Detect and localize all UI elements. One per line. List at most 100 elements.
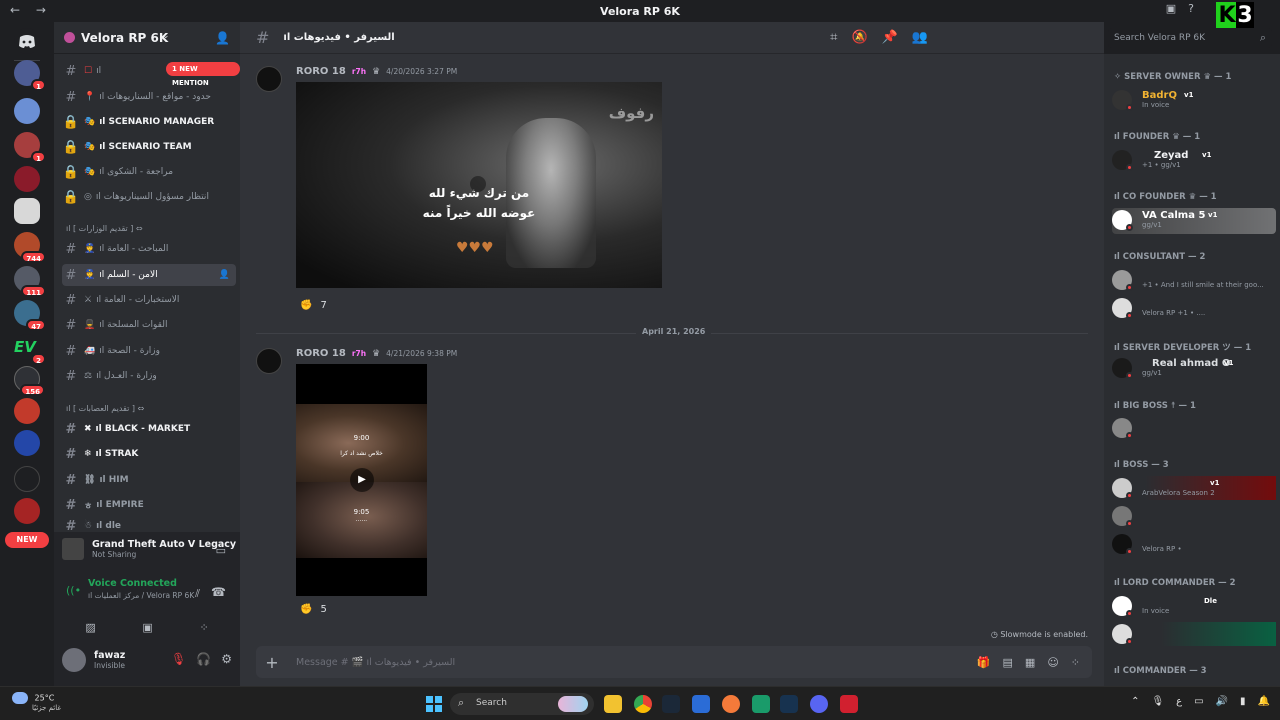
- camera-off-icon[interactable]: ▨: [85, 621, 95, 634]
- member-item[interactable]: [1112, 416, 1276, 440]
- gif-icon[interactable]: ▤: [1003, 656, 1013, 669]
- apps-icon[interactable]: ⁘: [1071, 656, 1080, 669]
- windows-start-icon[interactable]: [426, 696, 442, 712]
- channel-item[interactable]: # ☃ ıl dle: [62, 519, 236, 533]
- volume-icon[interactable]: 🔊: [1216, 696, 1228, 707]
- guild-icon-3[interactable]: 1: [14, 132, 46, 163]
- channel-item[interactable]: # 👮 ıl المباحث - العامة: [62, 238, 236, 260]
- mute-icon[interactable]: 🎙: [171, 652, 186, 666]
- app-icon[interactable]: [840, 695, 858, 713]
- voice-connected-label[interactable]: Voice Connected: [88, 578, 194, 589]
- channel-item[interactable]: # ⚔ ıl الاستخبارات - العامة: [62, 289, 236, 311]
- member-item[interactable]: Zeyad v1 +1 • gg/v1: [1112, 148, 1276, 172]
- headset-icon[interactable]: 🎧: [196, 652, 211, 666]
- guild-icon-9[interactable]: 156: [14, 366, 45, 396]
- member-item[interactable]: Velora RP +1 • ....: [1112, 296, 1276, 320]
- message-input[interactable]: Message # 🎬 ıl السيرفر • فيديوهات: [296, 657, 977, 668]
- taskbar-search[interactable]: ⌕ Search: [450, 693, 594, 715]
- play-icon[interactable]: [470, 176, 486, 192]
- video-embed[interactable]: رفوف من ترك شيء لله عوضه الله خيراً منه …: [296, 82, 662, 288]
- channel-item[interactable]: 🔒 ◎ ıl انتظار مسؤول السيناريوهات: [62, 186, 236, 208]
- search-input[interactable]: Search Velora RP 6K ⌕: [1108, 28, 1272, 48]
- battery-icon[interactable]: ▮: [1240, 696, 1246, 707]
- member-item[interactable]: Velora RP •: [1112, 532, 1276, 556]
- avatar[interactable]: [62, 648, 86, 672]
- noise-suppression-icon[interactable]: ⫽: [195, 587, 200, 601]
- app-icon[interactable]: [752, 695, 770, 713]
- guild-icon-12[interactable]: [14, 466, 40, 492]
- author-name[interactable]: RORO 18: [296, 66, 346, 77]
- emoji-icon[interactable]: ☺: [1047, 656, 1058, 669]
- member-item[interactable]: [1112, 504, 1276, 528]
- guild-icon-13[interactable]: [14, 498, 40, 524]
- disconnect-icon[interactable]: ☎: [211, 585, 226, 599]
- pin-icon[interactable]: 📌: [882, 30, 898, 45]
- notification-bell-icon[interactable]: 🔔: [1258, 696, 1270, 707]
- notifications-muted-icon[interactable]: 🔕: [851, 30, 867, 45]
- chrome-icon[interactable]: [634, 695, 652, 713]
- activities-icon[interactable]: ⁘: [199, 621, 208, 634]
- weather-widget[interactable]: 25°C غائم جزئيًا: [12, 692, 61, 712]
- server-header[interactable]: Velora RP 6K ⌄ 👤: [54, 22, 240, 54]
- channel-item[interactable]: # ⚖ ıl وزارة - العـدل: [62, 365, 236, 387]
- avatar[interactable]: [256, 348, 282, 374]
- channel-item[interactable]: # ☐ ıl: [62, 60, 236, 82]
- guild-icon-10[interactable]: [14, 398, 40, 424]
- discord-home-icon[interactable]: [14, 28, 40, 54]
- invite-user-icon[interactable]: 👤: [215, 31, 230, 45]
- guild-icon-8[interactable]: 47: [14, 300, 46, 331]
- app-icon[interactable]: [722, 695, 740, 713]
- new-unreads-pill[interactable]: NEW: [5, 532, 49, 548]
- steam-icon[interactable]: [780, 695, 798, 713]
- channel-item[interactable]: 🔒 🎭 ıl SCENARIO TEAM: [62, 136, 236, 158]
- add-attachment-icon[interactable]: +: [256, 653, 288, 672]
- guild-icon-2[interactable]: [14, 98, 40, 124]
- steam-icon[interactable]: [662, 695, 680, 713]
- channel-item[interactable]: # ⛓ ıl HIM: [62, 469, 236, 491]
- language-icon[interactable]: ع: [1176, 696, 1182, 707]
- settings-gear-icon[interactable]: ⚙: [221, 652, 232, 666]
- guild-icon-7[interactable]: 111: [14, 266, 46, 297]
- guild-icon-ev[interactable]: EV 2: [14, 334, 46, 365]
- channel-item[interactable]: # 🚑 ıl وزارة - الصحة: [62, 340, 236, 362]
- add-member-icon[interactable]: 👤: [219, 270, 230, 280]
- play-icon[interactable]: ▶: [350, 468, 374, 492]
- guild-icon-4[interactable]: [14, 166, 40, 192]
- member-item[interactable]: [1112, 622, 1276, 646]
- reaction[interactable]: ✊ 5: [300, 604, 327, 615]
- username[interactable]: fawaz: [94, 650, 125, 661]
- member-item[interactable]: v1 ArabVelora Season 2: [1112, 476, 1276, 500]
- channel-item[interactable]: # 💂 ıl القوات المسلحة: [62, 314, 236, 336]
- help-icon[interactable]: ?: [1188, 2, 1194, 15]
- author-name[interactable]: RORO 18: [296, 348, 346, 359]
- share-screen-icon[interactable]: ▣: [142, 621, 152, 634]
- sticker-icon[interactable]: ▦: [1025, 656, 1035, 669]
- gift-icon[interactable]: 🎁: [977, 656, 991, 669]
- channel-item[interactable]: # ❄ ıl STRAK: [62, 443, 236, 465]
- chevron-up-icon[interactable]: ⌃: [1131, 696, 1139, 707]
- discord-taskbar-icon[interactable]: [810, 695, 828, 713]
- guild-icon-1[interactable]: 1: [14, 60, 46, 91]
- screen-share-icon[interactable]: ▭: [216, 544, 226, 557]
- reaction[interactable]: ✊ 7: [300, 300, 327, 311]
- network-icon[interactable]: ▭: [1194, 696, 1203, 707]
- threads-icon[interactable]: ⌗: [830, 30, 837, 45]
- member-item[interactable]: VA Calma 5 v1 gg/v1: [1112, 208, 1276, 234]
- file-explorer-icon[interactable]: [604, 695, 622, 713]
- voice-channel-label[interactable]: ıl مركز العمليات / Velora RP 6K: [88, 591, 194, 600]
- member-list-icon[interactable]: 👥: [912, 30, 928, 45]
- category-header[interactable]: ıl [ تقديم العصابات ] ⇔: [66, 404, 144, 413]
- channel-item[interactable]: # 📍 ıl حدود - مواقع - السناريوهات: [62, 86, 236, 108]
- channel-item[interactable]: 🔒 🎭 ıl SCENARIO MANAGER: [62, 111, 236, 133]
- channel-item-active[interactable]: # 👮 ıl الامن - السلم 👤: [62, 264, 236, 286]
- guild-icon-6[interactable]: 744: [14, 232, 46, 263]
- category-header[interactable]: ıl [ تقديم الوزارات ] ⇔: [66, 224, 143, 233]
- video-embed[interactable]: 9:00 خلاص نشد اد كرا ▶ 9:05 ......: [296, 364, 427, 596]
- guild-icon-11[interactable]: [14, 430, 40, 456]
- avatar[interactable]: [256, 66, 282, 92]
- guild-icon-5[interactable]: [14, 198, 40, 224]
- member-item[interactable]: +1 • And I still smile at their goo...: [1112, 268, 1276, 292]
- inbox-icon[interactable]: ▣: [1166, 2, 1176, 15]
- member-item[interactable]: Dle In voice: [1112, 594, 1276, 618]
- microphone-icon[interactable]: 🎙: [1151, 696, 1164, 707]
